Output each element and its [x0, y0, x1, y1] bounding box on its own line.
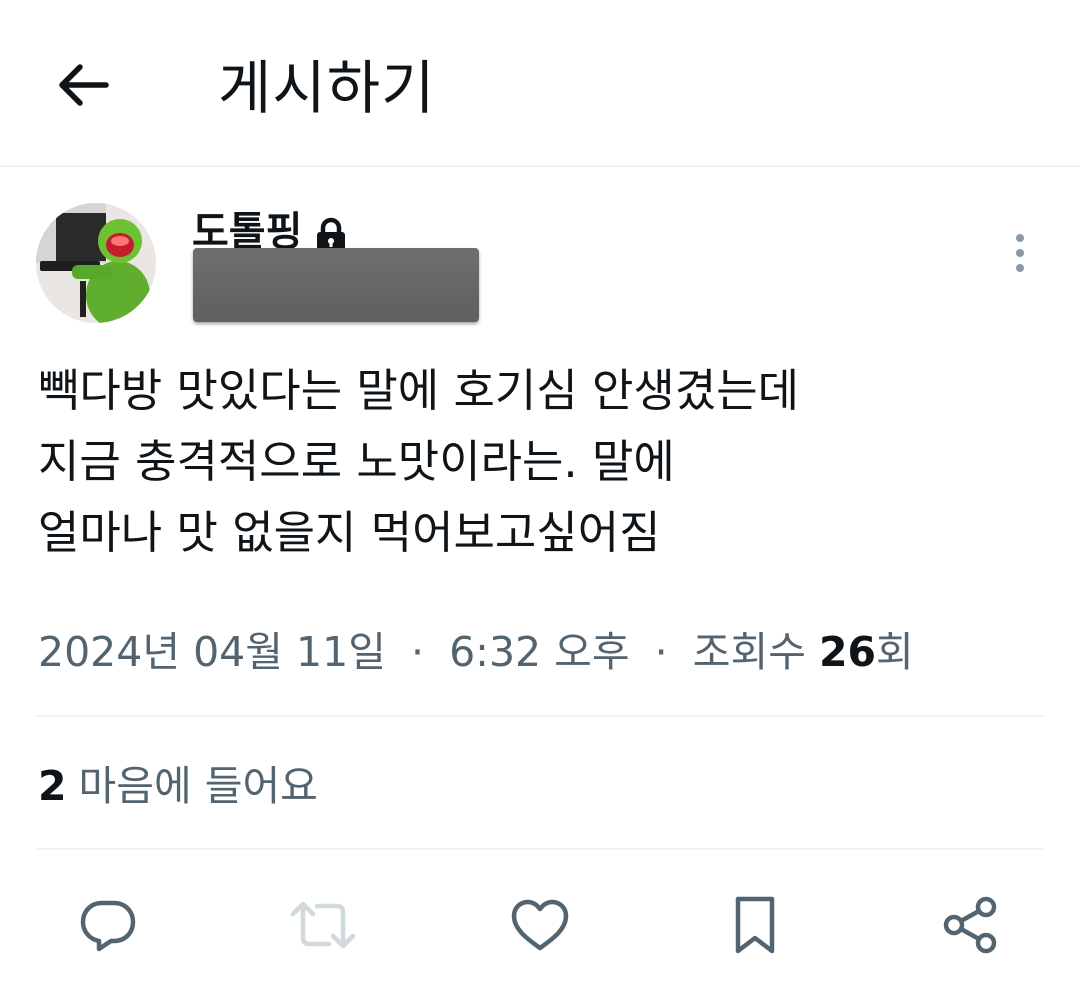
share-button[interactable] — [935, 890, 1005, 960]
redacted-handle — [193, 248, 479, 322]
heart-icon — [511, 899, 569, 951]
share-icon — [943, 896, 997, 954]
divider — [36, 848, 1044, 850]
post-text-line: 얼마나 맛 없을지 먹어보고싶어짐 — [38, 506, 661, 559]
bookmark-button[interactable] — [720, 890, 790, 960]
tweet-detail-screen: 게시하기 도톨핑 빽다방 맛있다는 말에 호기심 안생겼는데 지금 충격적으로 … — [0, 0, 1080, 1004]
views-count: 26 — [818, 628, 877, 676]
post-date: 2024년 04월 11일 — [38, 628, 386, 676]
like-button[interactable] — [505, 890, 575, 960]
views-label: 조회수 — [692, 628, 806, 676]
post-time: 6:32 오후 — [449, 628, 630, 676]
avatar[interactable] — [36, 203, 156, 323]
post-meta: 2024년 04월 11일 · 6:32 오후 · 조회수 26회 — [38, 620, 914, 684]
reply-button[interactable] — [73, 890, 143, 960]
post-text: 빽다방 맛있다는 말에 호기심 안생겼는데 지금 충격적으로 노맛이라는. 말에… — [38, 355, 1038, 568]
top-bar: 게시하기 — [0, 0, 1080, 167]
likes-count: 2 — [38, 762, 67, 810]
meta-separator: · — [654, 628, 668, 676]
retweet-icon — [290, 901, 356, 949]
likes-label: 마음에 들어요 — [78, 762, 318, 810]
arrow-left-icon — [59, 64, 109, 106]
views-suffix: 회 — [876, 628, 914, 676]
divider — [36, 715, 1044, 717]
post-text-line: 빽다방 맛있다는 말에 호기심 안생겼는데 — [38, 364, 800, 417]
more-vertical-icon[interactable] — [998, 228, 1042, 278]
bookmark-icon — [735, 896, 775, 954]
avatar-image — [36, 203, 156, 323]
lock-icon — [314, 214, 348, 252]
post-text-line: 지금 충격적으로 노맛이라는. 말에 — [38, 435, 675, 488]
retweet-button — [288, 890, 358, 960]
back-button[interactable] — [50, 52, 116, 118]
likes-row[interactable]: 2 마음에 들어요 — [38, 754, 318, 818]
page-title: 게시하기 — [218, 54, 436, 122]
reply-icon — [80, 900, 136, 952]
meta-separator: · — [410, 628, 425, 676]
